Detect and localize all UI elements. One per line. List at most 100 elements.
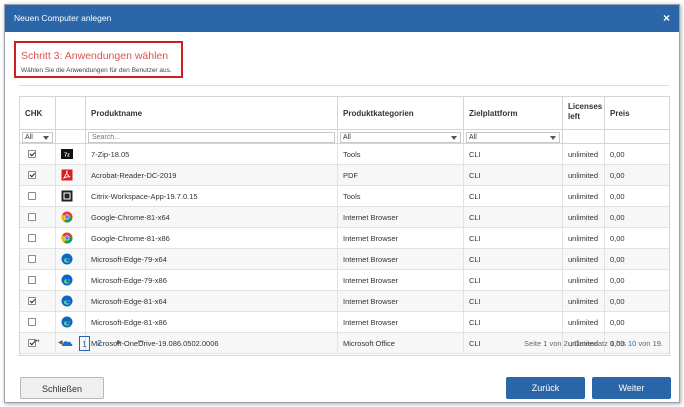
dialog-title: Neuen Computer anlegen xyxy=(14,13,112,23)
licenses-left: unlimited xyxy=(568,192,599,201)
product-name: 7-Zip-18.05 xyxy=(91,150,130,159)
product-name: Acrobat-Reader-DC-2019 xyxy=(91,171,177,180)
product-category: Internet Browser xyxy=(343,297,399,306)
target-platform: CLI xyxy=(469,213,481,222)
pdf-icon xyxy=(61,169,73,181)
price: 0,00 xyxy=(610,150,625,159)
dropdown-arrow-icon xyxy=(451,136,457,140)
applications-table: CHK Produktname Produktkategorien Zielpl… xyxy=(19,96,670,356)
product-category: PDF xyxy=(343,171,358,180)
page-1-button[interactable]: 1 xyxy=(79,336,90,351)
header-platform[interactable]: Zielplattform xyxy=(464,97,563,129)
product-category: Internet Browser xyxy=(343,276,399,285)
header-icon xyxy=(56,97,86,129)
row-checkbox[interactable] xyxy=(28,234,36,242)
table-row[interactable]: Citrix-Workspace-App-19.7.0.15 Tools CLI un… xyxy=(20,186,669,207)
citrix-icon xyxy=(61,190,73,202)
step-subtitle: Wählen Sie die Anwendungen für den Benut… xyxy=(21,67,172,74)
product-search-input[interactable] xyxy=(88,132,335,143)
target-platform: CLI xyxy=(469,276,481,285)
next-page-icon[interactable]: ▶ xyxy=(117,339,122,346)
product-category: Internet Browser xyxy=(343,318,399,327)
licenses-left: unlimited xyxy=(568,318,599,327)
table-row[interactable]: Google-Chrome-81-x86 Internet Browser CLI u… xyxy=(20,228,669,249)
table-row[interactable]: 7z 7-Zip-18.05 Tools CLI unlimited 0,00 xyxy=(20,144,669,165)
licenses-left: unlimited xyxy=(568,150,599,159)
price: 0,00 xyxy=(610,171,625,180)
licenses-left: unlimited xyxy=(568,234,599,243)
divider xyxy=(19,85,669,86)
close-icon[interactable]: × xyxy=(663,11,670,25)
row-checkbox[interactable] xyxy=(28,192,36,200)
row-checkbox[interactable] xyxy=(28,318,36,326)
price: 0,00 xyxy=(610,234,625,243)
edge-icon xyxy=(61,295,73,307)
platform-filter-select[interactable]: All xyxy=(466,132,560,143)
step-title: Schritt 3: Anwendungen wählen xyxy=(21,50,169,62)
price: 0,00 xyxy=(610,213,625,222)
table-row[interactable]: Acrobat-Reader-DC-2019 PDF CLI unlimited 0,0… xyxy=(20,165,669,186)
row-checkbox[interactable] xyxy=(28,213,36,221)
price: 0,00 xyxy=(610,297,625,306)
product-category: Internet Browser xyxy=(343,234,399,243)
edge-icon xyxy=(61,253,73,265)
table-header: CHK Produktname Produktkategorien Zielpl… xyxy=(20,97,669,129)
table-row[interactable]: Microsoft-Edge-79-x64 Internet Browser CLI… xyxy=(20,249,669,270)
header-price[interactable]: Preis xyxy=(605,97,669,129)
product-name: Microsoft-Edge-79-x86 xyxy=(91,276,167,285)
target-platform: CLI xyxy=(469,234,481,243)
target-platform: CLI xyxy=(469,192,481,201)
new-computer-dialog: Neuen Computer anlegen × Schritt 3: Anwe… xyxy=(4,4,680,403)
row-checkbox[interactable] xyxy=(28,276,36,284)
row-checkbox[interactable] xyxy=(28,150,36,158)
dropdown-arrow-icon xyxy=(43,136,49,140)
table-row[interactable]: Microsoft-Edge-81-x86 Internet Browser CLI… xyxy=(20,312,669,333)
step-highlight-box: Schritt 3: Anwendungen wählen Wählen Sie… xyxy=(14,41,183,78)
chrome-icon xyxy=(61,211,73,223)
pager: ⏮ ◀ 1 2 ▶ ⏭ Seite 1 von 2., Datensatz 1 … xyxy=(20,333,669,355)
licenses-left: unlimited xyxy=(568,213,599,222)
table-row[interactable]: Microsoft-Edge-81-x64 Internet Browser CLI… xyxy=(20,291,669,312)
7zip-icon: 7z xyxy=(61,148,73,160)
product-category: Internet Browser xyxy=(343,255,399,264)
table-row[interactable]: Microsoft-Edge-79-x86 Internet Browser CLI… xyxy=(20,270,669,291)
target-platform: CLI xyxy=(469,171,481,180)
chk-filter-select[interactable]: All xyxy=(22,132,53,143)
dialog-titlebar: Neuen Computer anlegen × xyxy=(5,5,679,32)
edge-icon xyxy=(61,316,73,328)
row-checkbox[interactable] xyxy=(28,171,36,179)
svg-text:7z: 7z xyxy=(64,153,70,159)
header-chk[interactable]: CHK xyxy=(20,97,56,129)
category-filter-select[interactable]: All xyxy=(340,132,461,143)
header-category[interactable]: Produktkategorien xyxy=(338,97,464,129)
target-platform: CLI xyxy=(469,150,481,159)
licenses-left: unlimited xyxy=(568,255,599,264)
row-checkbox[interactable] xyxy=(28,255,36,263)
back-button[interactable]: Zurück xyxy=(506,377,585,399)
licenses-left: unlimited xyxy=(568,171,599,180)
price: 0,00 xyxy=(610,276,625,285)
price: 0,00 xyxy=(610,255,625,264)
licenses-left: unlimited xyxy=(568,297,599,306)
dropdown-arrow-icon xyxy=(550,136,556,140)
product-name: Google-Chrome-81-x86 xyxy=(91,234,170,243)
product-category: Tools xyxy=(343,192,361,201)
target-platform: CLI xyxy=(469,297,481,306)
product-name: Microsoft-Edge-79-x64 xyxy=(91,255,167,264)
header-licenses[interactable]: Licenses left xyxy=(563,97,605,129)
price: 0,00 xyxy=(610,192,625,201)
product-name: Citrix-Workspace-App-19.7.0.15 xyxy=(91,192,198,201)
row-checkbox[interactable] xyxy=(28,297,36,305)
page-2-button[interactable]: 2 xyxy=(94,336,105,351)
close-button[interactable]: Schließen xyxy=(20,377,104,399)
first-page-icon[interactable]: ⏮ xyxy=(34,339,39,346)
next-button[interactable]: Weiter xyxy=(592,377,671,399)
target-platform: CLI xyxy=(469,255,481,264)
table-row[interactable]: Google-Chrome-81-x64 Internet Browser CLI u… xyxy=(20,207,669,228)
licenses-left: unlimited xyxy=(568,276,599,285)
header-product-name[interactable]: Produktname xyxy=(86,97,338,129)
product-name: Microsoft-Edge-81-x86 xyxy=(91,318,167,327)
prev-page-icon[interactable]: ◀ xyxy=(58,339,63,346)
last-page-icon[interactable]: ⏭ xyxy=(138,339,143,346)
product-category: Tools xyxy=(343,150,361,159)
